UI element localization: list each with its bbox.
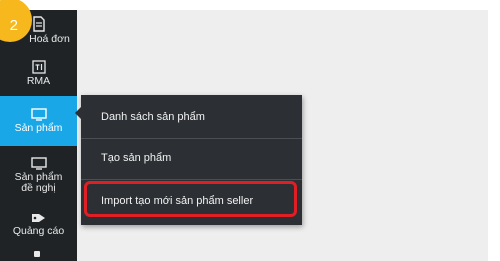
sidebar-item-ads[interactable]: Quảng cáo — [0, 204, 77, 244]
top-strip — [0, 0, 500, 10]
sidebar: Hoá đơn RMA Sản phẩm Sản phẩm đề nghị Qu… — [0, 0, 77, 261]
menu-item-create-product[interactable]: Tạo sản phẩm — [81, 138, 302, 178]
menu-item-label: Import tạo mới sản phẩm seller — [101, 195, 254, 207]
products-submenu: Danh sách sản phẩm Tạo sản phẩm Import t… — [75, 95, 302, 225]
sidebar-item-rma[interactable]: RMA — [0, 52, 77, 94]
menu-divider — [81, 179, 302, 180]
menu-item-product-list[interactable]: Danh sách sản phẩm — [81, 97, 302, 137]
sidebar-item-products[interactable]: Sản phẩm — [0, 96, 77, 146]
menu-item-label: Tạo sản phẩm — [101, 152, 172, 164]
product-monitor-icon — [30, 108, 47, 121]
invoice-icon — [32, 15, 45, 32]
sidebar-item-label: Sản phẩm đề nghị — [14, 170, 63, 194]
sidebar-item-label: Quảng cáo — [12, 224, 65, 237]
sidebar-item-label: RMA — [26, 74, 51, 87]
tag-icon — [31, 213, 45, 222]
sidebar-item-suggested-products[interactable]: Sản phẩm đề nghị — [0, 148, 77, 202]
partial-icon — [34, 251, 40, 257]
menu-item-import-seller-products[interactable]: Import tạo mới sản phẩm seller — [81, 181, 302, 221]
sidebar-item-label: Sản phẩm — [14, 122, 63, 134]
right-edge — [488, 10, 500, 261]
menu-item-label: Danh sách sản phẩm — [101, 111, 205, 123]
suggested-product-monitor-icon — [30, 156, 47, 170]
rma-icon — [31, 59, 46, 74]
